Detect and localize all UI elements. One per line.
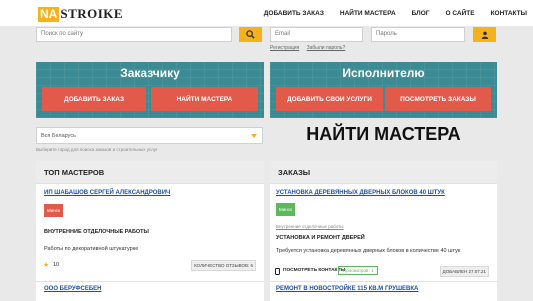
master-card: ИП ШАБАШОВ СЕРГЕЙ АЛЕКСАНДРОВИЧ Минск ВН… bbox=[36, 183, 264, 279]
top-bar: NA STROIKE ДОБАВИТЬ ЗАКАЗ НАЙТИ МАСТЕРА … bbox=[0, 0, 533, 26]
customer-banner-title: Заказчику bbox=[120, 66, 180, 80]
chevron-down-icon bbox=[251, 134, 257, 138]
add-services-button[interactable]: ДОБАВИТЬ СВОИ УСЛУГИ bbox=[276, 87, 383, 111]
master-description: Работы по декоративной штукатурке bbox=[44, 246, 139, 252]
site-logo[interactable]: NA STROIKE bbox=[38, 6, 123, 22]
executor-banner-title: Исполнителю bbox=[342, 66, 425, 80]
order-description: Требуется установка деревянных дверных б… bbox=[276, 248, 461, 254]
master-name-link[interactable]: ООО БЕРУФСЕБЕН bbox=[44, 286, 102, 292]
login-button[interactable] bbox=[473, 27, 496, 42]
reviews-count: КОЛИЧЕСТВО ОТЗЫВОВ: 6 bbox=[191, 260, 256, 271]
page-title: НАЙТИ МАСТЕРА bbox=[306, 124, 461, 144]
order-category-link[interactable]: Внутренние отделочные работы bbox=[276, 224, 344, 229]
nav-add-order[interactable]: ДОБАВИТЬ ЗАКАЗ bbox=[264, 10, 324, 17]
phone-icon bbox=[275, 268, 280, 275]
view-orders-button[interactable]: ПОСМОТРЕТЬ ЗАКАЗЫ bbox=[385, 87, 491, 111]
order-date: ДОБАВЛЕН 27.07.21 bbox=[439, 266, 489, 277]
nav-about[interactable]: О САЙТЕ bbox=[445, 10, 474, 17]
master-name-link[interactable]: ИП ШАБАШОВ СЕРГЕЙ АЛЕКСАНДРОВИЧ bbox=[44, 190, 170, 196]
search-button[interactable] bbox=[239, 27, 262, 42]
city-badge: Минск bbox=[44, 204, 63, 217]
star-icon: ★ bbox=[43, 262, 50, 269]
add-order-button[interactable]: ДОБАВИТЬ ЗАКАЗ bbox=[42, 87, 146, 111]
find-master-button[interactable]: НАЙТИ МАСТЕРА bbox=[151, 87, 258, 111]
email-field[interactable]: Email bbox=[270, 27, 363, 42]
nav-contacts[interactable]: КОНТАКТЫ bbox=[491, 10, 527, 17]
order-category: УСТАНОВКА И РЕМОНТ ДВЕРЕЙ bbox=[276, 235, 365, 241]
nav-blog[interactable]: БЛОГ bbox=[412, 10, 430, 17]
city-badge: Минск bbox=[276, 203, 295, 216]
nav-find-master[interactable]: НАЙТИ МАСТЕРА bbox=[340, 10, 396, 17]
search-login-row: Поиск по сайту Email Пароль Регистрация … bbox=[0, 26, 533, 58]
region-select-value: Вся Беларусь bbox=[41, 133, 76, 139]
main-nav: ДОБАВИТЬ ЗАКАЗ НАЙТИ МАСТЕРА БЛОГ О САЙТ… bbox=[264, 10, 533, 17]
top-masters-panel: ТОП МАСТЕРОВ ИП ШАБАШОВ СЕРГЕЙ АЛЕКСАНДР… bbox=[36, 161, 264, 301]
region-hint: Выберите город для поиска заказов и стро… bbox=[36, 147, 158, 152]
search-input[interactable]: Поиск по сайту bbox=[36, 27, 232, 42]
orders-title: ЗАКАЗЫ bbox=[270, 161, 497, 183]
user-icon bbox=[481, 31, 488, 39]
region-select[interactable]: Вся Беларусь bbox=[36, 127, 263, 144]
master-category: ВНУТРЕННИЕ ОТДЕЛОЧНЫЕ РАБОТЫ bbox=[44, 229, 149, 235]
logo-text: STROIKE bbox=[60, 6, 124, 21]
password-field[interactable]: Пароль bbox=[371, 27, 465, 42]
customer-banner: Заказчику ДОБАВИТЬ ЗАКАЗ НАЙТИ МАСТЕРА bbox=[36, 62, 264, 118]
logo-mark: NA bbox=[38, 6, 60, 22]
executor-banner: Исполнителю ДОБАВИТЬ СВОИ УСЛУГИ ПОСМОТР… bbox=[270, 62, 497, 118]
master-card: ООО БЕРУФСЕБЕН bbox=[36, 281, 264, 301]
order-name-link[interactable]: УСТАНОВКА ДЕРЕВЯННЫХ ДВЕРНЫХ БЛОКОВ 40 Ш… bbox=[276, 190, 445, 196]
views-badge: Просмотров: 1 bbox=[338, 266, 379, 275]
auth-links: Регистрация Забыли пароль? bbox=[270, 45, 351, 51]
order-card: РЕМОНТ В НОВОСТРОЙКЕ 115 КВ.М ГРУШЕВКА bbox=[270, 281, 497, 301]
master-rating: 10 bbox=[53, 262, 60, 268]
orders-panel: ЗАКАЗЫ УСТАНОВКА ДЕРЕВЯННЫХ ДВЕРНЫХ БЛОК… bbox=[270, 161, 497, 301]
order-card: УСТАНОВКА ДЕРЕВЯННЫХ ДВЕРНЫХ БЛОКОВ 40 Ш… bbox=[270, 183, 497, 279]
top-masters-title: ТОП МАСТЕРОВ bbox=[36, 161, 264, 183]
search-icon bbox=[246, 30, 255, 39]
show-contacts-link[interactable]: ПОСМОТРЕТЬ КОНТАКТЫ bbox=[283, 268, 345, 273]
order-name-link[interactable]: РЕМОНТ В НОВОСТРОЙКЕ 115 КВ.М ГРУШЕВКА bbox=[276, 286, 418, 292]
forgot-password-link[interactable]: Забыли пароль? bbox=[307, 45, 346, 51]
register-link[interactable]: Регистрация bbox=[270, 45, 299, 51]
